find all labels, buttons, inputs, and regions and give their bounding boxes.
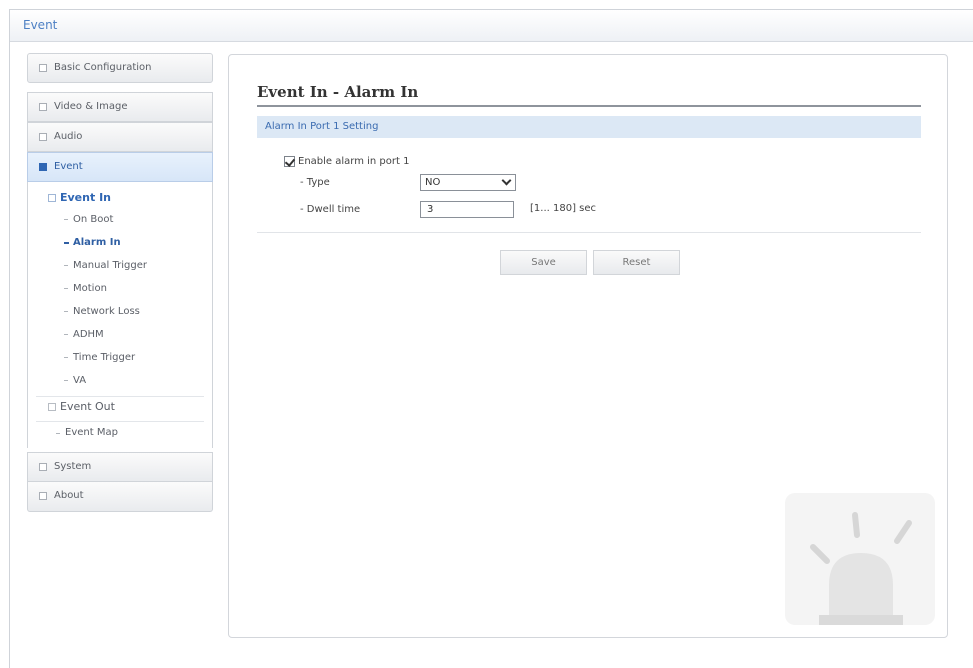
square-bullet-icon: [48, 403, 56, 411]
form-divider: [257, 232, 921, 233]
square-bullet-icon: [39, 463, 47, 471]
submenu-item-on-boot[interactable]: On Boot: [28, 208, 212, 231]
content-panel: Event In - Alarm In Alarm In Port 1 Sett…: [228, 54, 948, 638]
enable-alarm-label: Enable alarm in port 1: [298, 156, 410, 167]
menu-basic-configuration[interactable]: Basic Configuration: [27, 53, 213, 83]
menu-video-image[interactable]: Video & Image: [27, 92, 213, 122]
submenu-item-va[interactable]: VA: [28, 369, 212, 392]
square-bullet-icon: [39, 133, 47, 141]
save-button[interactable]: Save: [500, 250, 587, 275]
dwell-time-input[interactable]: 3: [420, 201, 514, 218]
submenu-item-network-loss[interactable]: Network Loss: [28, 300, 212, 323]
submenu-item-motion[interactable]: Motion: [28, 277, 212, 300]
menu-label: Basic Configuration: [54, 62, 152, 73]
menu-about[interactable]: About: [27, 482, 213, 512]
submenu-label: Event In: [60, 191, 111, 204]
square-bullet-icon: [48, 194, 56, 202]
submenu-item-adhm[interactable]: ADHM: [28, 323, 212, 346]
section-header: Alarm In Port 1 Setting: [257, 116, 921, 138]
page-title: Event In - Alarm In: [257, 83, 921, 107]
square-bullet-icon: [39, 492, 47, 500]
menu-label: System: [54, 461, 92, 472]
type-select[interactable]: NO: [420, 174, 516, 191]
menu-label: Audio: [54, 131, 83, 142]
menu-event[interactable]: Event: [27, 152, 213, 182]
menu-system[interactable]: System: [27, 452, 213, 482]
alarm-siren-icon: [785, 493, 935, 625]
event-submenu: Event In On Boot Alarm In Manual Trigger…: [27, 182, 213, 448]
submenu-item-manual-trigger[interactable]: Manual Trigger: [28, 254, 212, 277]
submenu-item-alarm-in[interactable]: Alarm In: [28, 231, 212, 254]
square-bullet-icon: [39, 64, 47, 72]
submenu-event-in[interactable]: Event In: [28, 188, 212, 208]
menu-label: Event: [54, 161, 83, 172]
submenu-item-time-trigger[interactable]: Time Trigger: [28, 346, 212, 369]
sidebar: Basic Configuration Video & Image Audio …: [27, 53, 213, 514]
submenu-event-map[interactable]: Event Map: [28, 422, 212, 444]
enable-alarm-row: Enable alarm in port 1: [284, 156, 409, 167]
square-bullet-icon: [39, 103, 47, 111]
type-label: - Type: [300, 177, 330, 188]
type-select-value: NO: [425, 177, 441, 188]
menu-label: About: [54, 490, 84, 501]
menu-audio[interactable]: Audio: [27, 122, 213, 152]
top-bar-title: Event: [23, 18, 58, 32]
dwell-time-label: - Dwell time: [300, 204, 361, 215]
dwell-time-range: [1... 180] sec: [530, 203, 597, 214]
submenu-label: Event Out: [60, 400, 115, 413]
chevron-down-icon: [501, 175, 512, 186]
square-bullet-icon: [39, 163, 47, 171]
reset-button[interactable]: Reset: [593, 250, 680, 275]
top-bar: Event: [10, 10, 973, 42]
enable-alarm-checkbox[interactable]: [284, 156, 295, 167]
submenu-event-out[interactable]: Event Out: [28, 397, 212, 417]
menu-label: Video & Image: [54, 101, 128, 112]
